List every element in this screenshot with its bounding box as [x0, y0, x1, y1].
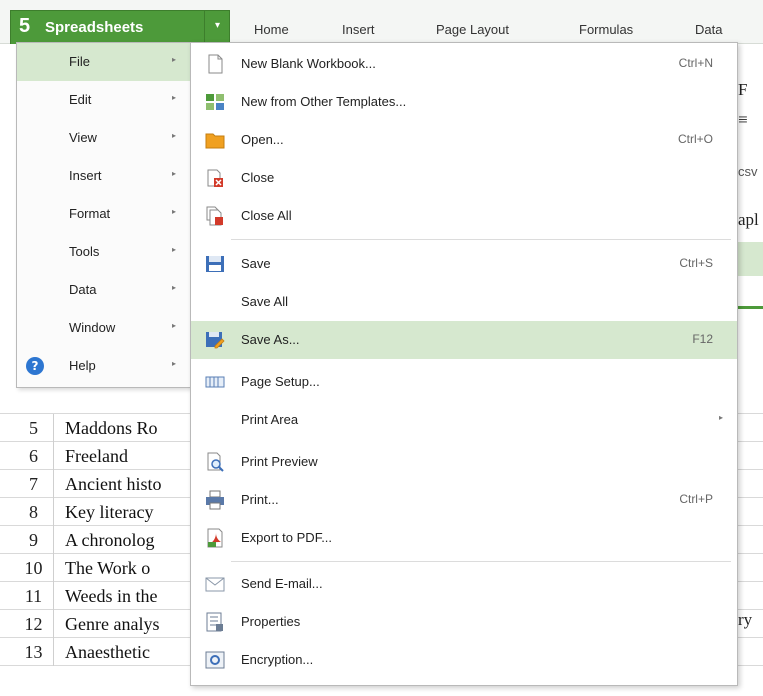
app-menu: File ▸ Edit ▸ View ▸ Insert ▸ Format ▸ T…	[16, 42, 191, 388]
chevron-right-icon: ▸	[172, 131, 177, 140]
file-submenu: New Blank Workbook... Ctrl+N New from Ot…	[190, 42, 738, 686]
menu-item-print[interactable]: Print... Ctrl+P	[191, 481, 737, 519]
pdf-icon	[207, 528, 223, 548]
ribbon-fragment-1: F	[738, 80, 748, 99]
chevron-right-icon: ▸	[172, 169, 177, 178]
menu-item-save-as[interactable]: Save As... F12	[191, 321, 737, 359]
app-name: Spreadsheets	[45, 19, 144, 36]
menu-separator	[231, 239, 731, 240]
chevron-right-icon: ▸	[172, 283, 177, 292]
chevron-right-icon: ▸	[718, 413, 723, 422]
cell-fragment-4: apl	[738, 210, 759, 229]
chevron-right-icon: ▸	[172, 207, 177, 216]
chevron-right-icon: ▸	[172, 359, 177, 368]
mail-icon	[205, 577, 225, 592]
menu-item-file[interactable]: File ▸	[17, 43, 190, 81]
menu-separator	[231, 561, 731, 562]
ribbon-fragment-2: ≡	[738, 110, 748, 129]
menu-item-export-pdf[interactable]: Export to PDF...	[191, 519, 737, 557]
menu-item-print-area[interactable]: Print Area ▸	[191, 401, 737, 439]
menu-item-window[interactable]: Window ▸	[17, 309, 190, 347]
tab-insert[interactable]: Insert	[342, 22, 375, 37]
menu-item-save[interactable]: Save Ctrl+S	[191, 245, 737, 283]
menu-item-help[interactable]: ? Help ▸	[17, 347, 190, 385]
help-icon: ?	[26, 357, 44, 375]
template-icon	[206, 94, 224, 110]
close-document-icon	[207, 169, 223, 187]
menu-item-encryption[interactable]: Encryption...	[191, 641, 737, 679]
encryption-icon	[205, 651, 225, 669]
menu-item-open[interactable]: Open... Ctrl+O	[191, 121, 737, 159]
page-setup-icon	[205, 376, 225, 388]
printer-icon	[206, 490, 224, 510]
menu-item-send-email[interactable]: Send E-mail...	[191, 565, 737, 603]
open-folder-icon	[205, 133, 225, 149]
menu-item-save-all[interactable]: Save All	[191, 283, 737, 321]
menu-item-new-blank-workbook[interactable]: New Blank Workbook... Ctrl+N	[191, 45, 737, 83]
tab-page-layout[interactable]: Page Layout	[436, 22, 509, 37]
menu-item-print-preview[interactable]: Print Preview	[191, 443, 737, 481]
menu-item-close-all[interactable]: Close All	[191, 197, 737, 235]
chevron-down-icon[interactable]: ▾	[204, 11, 230, 44]
tab-home[interactable]: Home	[254, 22, 289, 37]
save-as-icon	[206, 332, 225, 349]
menu-item-edit[interactable]: Edit ▸	[17, 81, 190, 119]
menu-item-new-from-templates[interactable]: New from Other Templates...	[191, 83, 737, 121]
chevron-right-icon: ▸	[172, 93, 177, 102]
menu-item-tools[interactable]: Tools ▸	[17, 233, 190, 271]
menu-item-data[interactable]: Data ▸	[17, 271, 190, 309]
properties-icon	[206, 612, 223, 632]
menu-item-view[interactable]: View ▸	[17, 119, 190, 157]
app-menu-button[interactable]: 5 Spreadsheets ▾	[10, 10, 230, 44]
selected-cell-fragment	[738, 242, 763, 276]
menu-item-insert[interactable]: Insert ▸	[17, 157, 190, 195]
menu-item-page-setup[interactable]: Page Setup...	[191, 363, 737, 401]
title-bar: 5 Spreadsheets ▾ Home Insert Page Layout…	[0, 0, 763, 44]
tab-data[interactable]: Data	[695, 22, 722, 37]
chevron-right-icon: ▸	[172, 245, 177, 254]
app-logo-icon: 5	[19, 15, 31, 37]
ribbon-fragment-3: csv	[738, 164, 758, 179]
print-preview-icon	[207, 452, 224, 472]
tab-formulas[interactable]: Formulas	[579, 22, 633, 37]
chevron-right-icon: ▸	[172, 321, 177, 330]
close-all-icon	[206, 206, 223, 226]
menu-item-close[interactable]: Close	[191, 159, 737, 197]
new-document-icon	[208, 54, 223, 74]
menu-item-format[interactable]: Format ▸	[17, 195, 190, 233]
header-underline	[738, 306, 763, 309]
chevron-right-icon: ▸	[172, 55, 177, 64]
save-icon	[206, 256, 224, 272]
menu-item-properties[interactable]: Properties	[191, 603, 737, 641]
